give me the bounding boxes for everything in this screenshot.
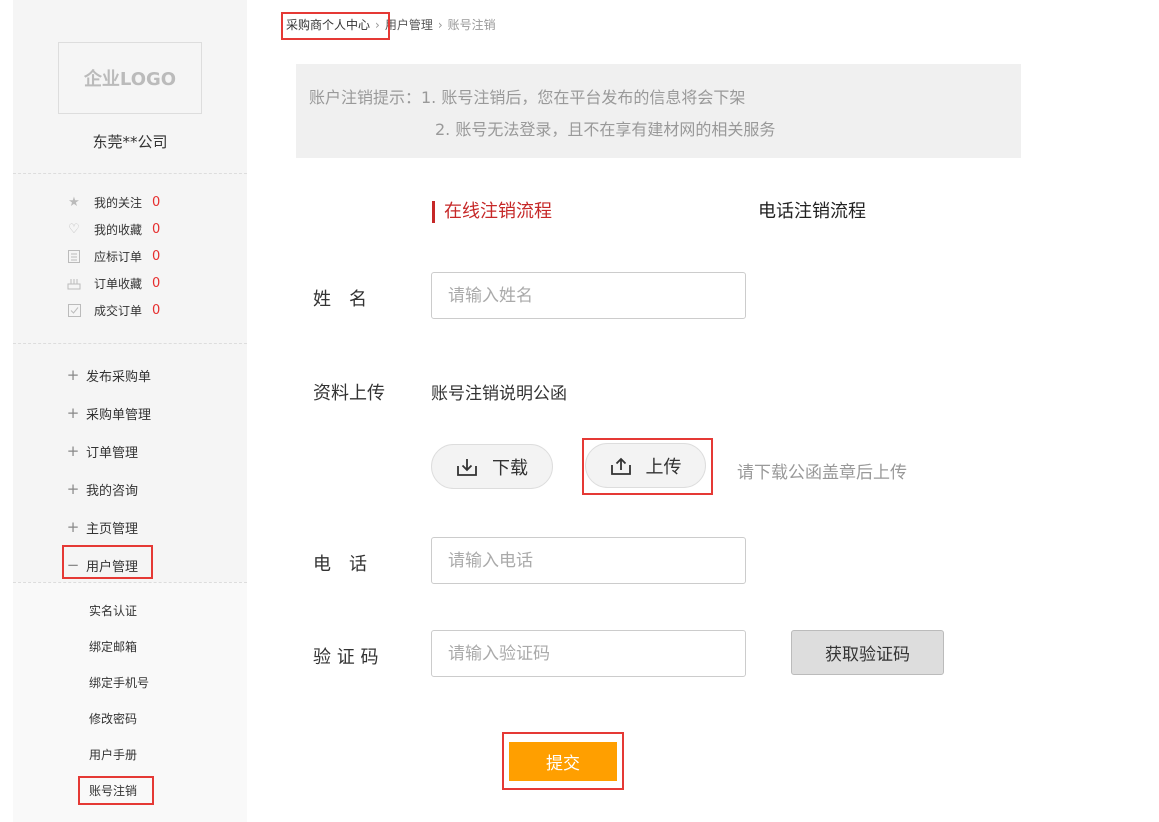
plus-icon: + — [66, 366, 80, 384]
stat-label: 成交订单 — [94, 304, 143, 318]
menu-label: 主页管理 — [86, 521, 139, 537]
code-label: 验 证 码 — [313, 647, 379, 668]
menu-item-homepage-management[interactable]: + 主页管理 — [66, 508, 151, 546]
logo-text: 企业LOGO — [83, 69, 177, 90]
main-panel — [284, 48, 1032, 822]
stat-count: 0 — [152, 195, 161, 210]
tab-online-cancel[interactable]: 在线注销流程 — [432, 201, 552, 223]
menu-label: 订单管理 — [86, 445, 139, 461]
menu-label: 发布采购单 — [86, 369, 152, 385]
tab-phone-cancel[interactable]: 电话注销流程 — [758, 201, 866, 223]
cancel-notice: 账户注销提示：1. 账号注销后，您在平台发布的信息将会下架 2. 账号无法登录，… — [296, 64, 1021, 158]
divider — [13, 343, 247, 344]
company-name: 东莞**公司 — [92, 133, 168, 151]
sidebar: 企业LOGO 东莞**公司 ★ 我的关注 0 ♡ 我的收藏 0 应标订单 0 订… — [13, 0, 247, 822]
stat-label: 我的收藏 — [94, 223, 143, 237]
breadcrumb-item-current: 账号注销 — [447, 18, 496, 32]
stack-icon — [66, 276, 82, 292]
stat-item-deals[interactable]: 成交订单 0 — [66, 297, 160, 324]
document-icon — [66, 249, 82, 265]
download-button[interactable]: 下载 — [431, 444, 553, 489]
name-input[interactable] — [431, 272, 746, 319]
download-label: 下载 — [492, 457, 528, 479]
heart-icon: ♡ — [68, 222, 80, 237]
stat-count: 0 — [152, 303, 161, 318]
menu-item-purchase-management[interactable]: + 采购单管理 — [66, 394, 151, 432]
plus-icon: + — [66, 480, 80, 498]
submenu-item-user-manual[interactable]: 用户手册 — [89, 736, 149, 772]
stat-count: 0 — [152, 276, 161, 291]
stat-label: 应标订单 — [94, 250, 143, 264]
breadcrumb-item-user-management[interactable]: 用户管理 — [385, 16, 433, 33]
stat-item-bid-orders[interactable]: 应标订单 0 — [66, 243, 160, 270]
submenu-item-real-name[interactable]: 实名认证 — [89, 592, 149, 628]
highlight-box — [78, 776, 154, 805]
plus-icon: + — [66, 442, 80, 460]
phone-label: 电 话 — [313, 554, 367, 575]
company-logo: 企业LOGO — [58, 42, 202, 114]
notice-line-1: 账户注销提示：1. 账号注销后，您在平台发布的信息将会下架 — [309, 88, 746, 107]
stats-list: ★ 我的关注 0 ♡ 我的收藏 0 应标订单 0 订单收藏 0 成交订单 0 — [66, 189, 160, 324]
stat-label: 我的关注 — [94, 196, 143, 210]
highlight-box — [62, 545, 153, 579]
menu-item-my-inquiries[interactable]: + 我的咨询 — [66, 470, 151, 508]
highlight-box — [582, 438, 713, 495]
submenu-item-change-password[interactable]: 修改密码 — [89, 700, 149, 736]
notice-line-2: 2. 账号无法登录，且不在享有建材网的相关服务 — [435, 120, 776, 139]
name-label: 姓 名 — [313, 289, 367, 310]
stat-count: 0 — [152, 222, 161, 237]
download-icon — [457, 458, 477, 476]
phone-input[interactable] — [431, 537, 746, 584]
highlight-box — [281, 12, 390, 40]
verification-code-input[interactable] — [431, 630, 746, 677]
stat-count: 0 — [152, 249, 161, 264]
check-icon — [66, 303, 82, 319]
menu-item-order-management[interactable]: + 订单管理 — [66, 432, 151, 470]
menu-label: 我的咨询 — [86, 483, 139, 499]
document-name: 账号注销说明公函 — [431, 384, 567, 404]
breadcrumb-separator: › — [437, 17, 443, 32]
highlight-box — [502, 732, 624, 790]
divider — [13, 173, 247, 174]
get-code-button[interactable]: 获取验证码 — [791, 630, 944, 675]
star-icon: ★ — [68, 195, 80, 210]
stat-label: 订单收藏 — [94, 277, 143, 291]
upload-label: 资料上传 — [313, 383, 385, 404]
stat-item-follow[interactable]: ★ 我的关注 0 — [66, 189, 160, 216]
divider — [13, 582, 247, 583]
submenu-item-bind-phone[interactable]: 绑定手机号 — [89, 664, 149, 700]
plus-icon: + — [66, 404, 80, 422]
submenu-item-bind-email[interactable]: 绑定邮箱 — [89, 628, 149, 664]
upload-hint: 请下载公函盖章后上传 — [737, 463, 907, 483]
plus-icon: + — [66, 518, 80, 536]
menu-item-publish-purchase[interactable]: + 发布采购单 — [66, 356, 151, 394]
stat-item-order-favorites[interactable]: 订单收藏 0 — [66, 270, 160, 297]
stat-item-favorites[interactable]: ♡ 我的收藏 0 — [66, 216, 160, 243]
menu-label: 采购单管理 — [86, 407, 152, 423]
